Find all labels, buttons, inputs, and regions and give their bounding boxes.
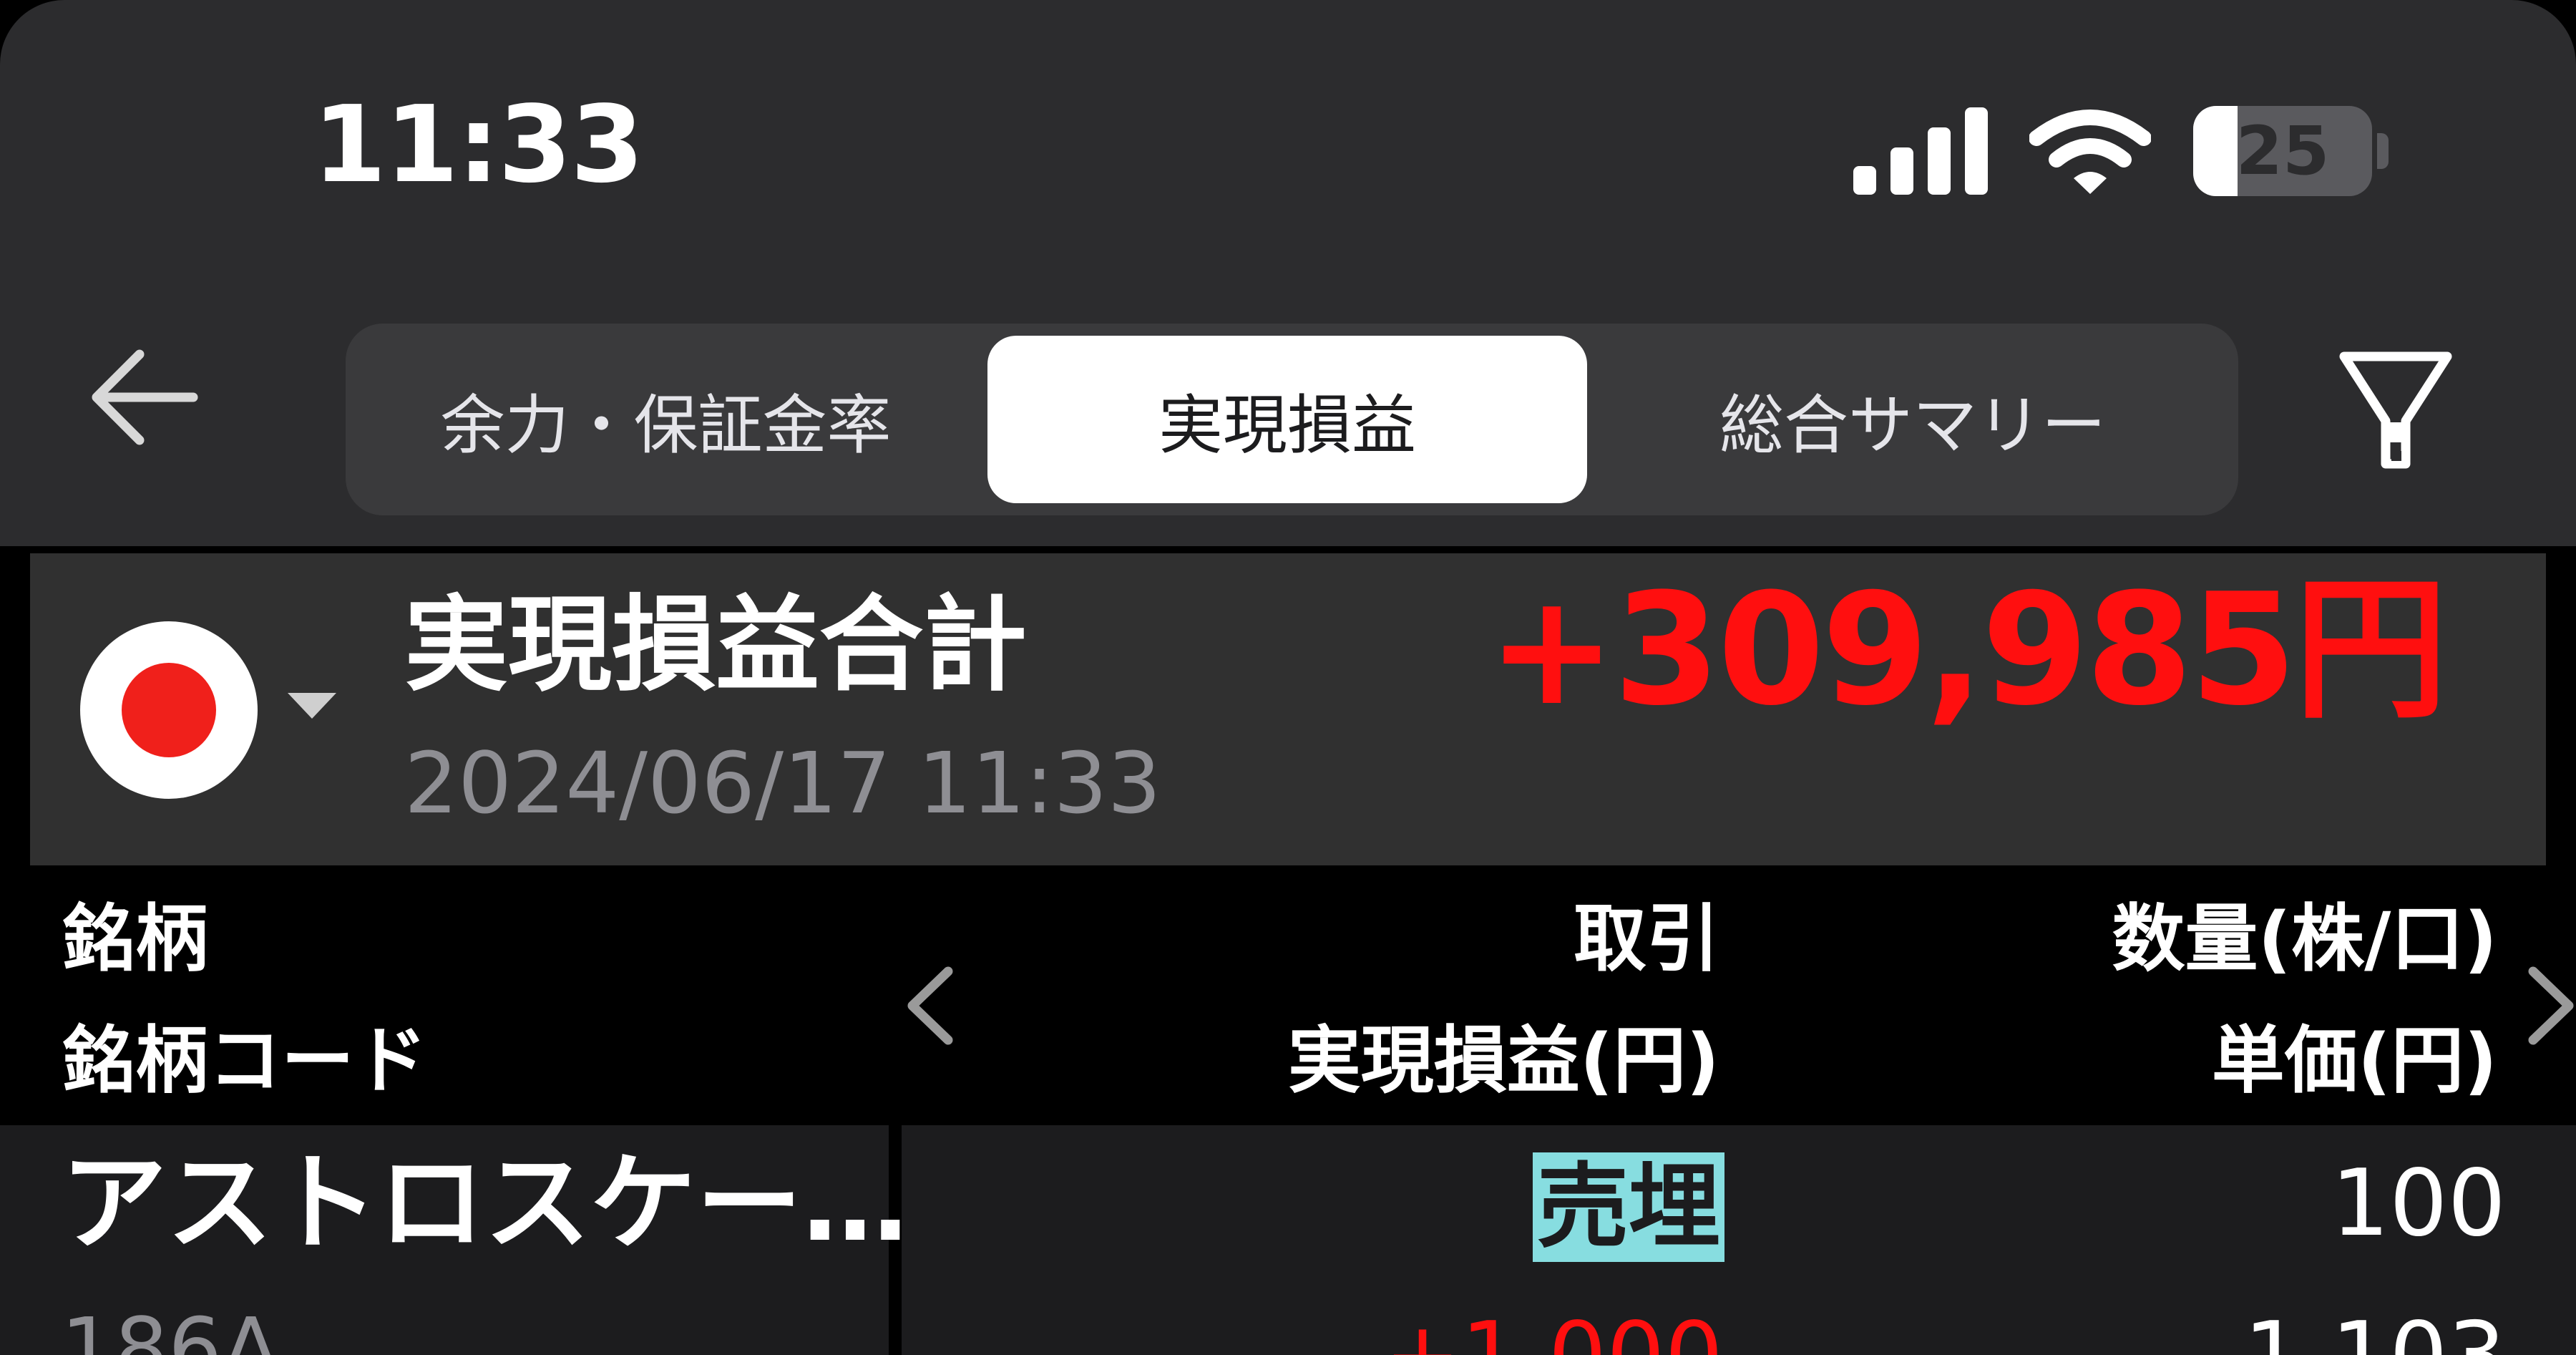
tab-realized-pl[interactable]: 実現損益 bbox=[987, 336, 1587, 503]
japan-flag-icon[interactable] bbox=[80, 621, 258, 799]
row-stock-code: 186A bbox=[61, 1299, 280, 1355]
wifi-icon bbox=[2029, 110, 2151, 194]
cellular-signal-icon bbox=[1853, 107, 1989, 195]
column-header-trade: 取引 bbox=[1574, 897, 1719, 982]
row-stock-name: アストロスケー… bbox=[61, 1142, 908, 1265]
column-header-unit-price: 単価(円) bbox=[2211, 1019, 2497, 1104]
header-area: 11:33 25 余力・保証金率 実現損益 総合サマリー bbox=[0, 0, 2576, 546]
status-time: 11:33 bbox=[313, 83, 644, 206]
column-header-name: 銘柄 bbox=[62, 897, 208, 982]
tab-overall-summary[interactable]: 総合サマリー bbox=[1598, 324, 2228, 515]
filter-icon[interactable] bbox=[2338, 351, 2453, 476]
column-header-code: 銘柄コード bbox=[62, 1019, 427, 1104]
chevron-down-icon[interactable] bbox=[288, 693, 336, 719]
summary-title: 実現損益合計 bbox=[404, 585, 1027, 706]
segmented-control: 余力・保証金率 実現損益 総合サマリー bbox=[346, 324, 2238, 515]
summary-timestamp: 2024/06/17 11:33 bbox=[404, 734, 1161, 832]
column-header-quantity: 数量(株/口) bbox=[2112, 897, 2498, 982]
tab-margin-rate[interactable]: 余力・保証金率 bbox=[346, 324, 986, 515]
chevron-right-icon[interactable] bbox=[2519, 963, 2576, 1049]
arrow-left-icon[interactable] bbox=[86, 344, 200, 451]
row-realized-pl: +1,000 bbox=[1384, 1306, 1723, 1355]
battery-icon: 25 bbox=[2193, 106, 2372, 196]
summary-total-amount: +309,985円 bbox=[1487, 560, 2448, 739]
battery-nub bbox=[2377, 133, 2389, 169]
chevron-left-icon[interactable] bbox=[898, 963, 962, 1049]
app-screen: 11:33 25 余力・保証金率 実現損益 総合サマリー 実現損益合計 2024… bbox=[0, 0, 2576, 1355]
column-header-realized-pl: 実現損益(円) bbox=[1287, 1019, 1719, 1104]
battery-level: 25 bbox=[2235, 112, 2330, 190]
row-unit-price: 1,103 bbox=[2244, 1306, 2506, 1355]
row-trade-type-badge: 売埋 bbox=[1533, 1152, 1725, 1262]
row-quantity: 100 bbox=[2331, 1150, 2506, 1257]
